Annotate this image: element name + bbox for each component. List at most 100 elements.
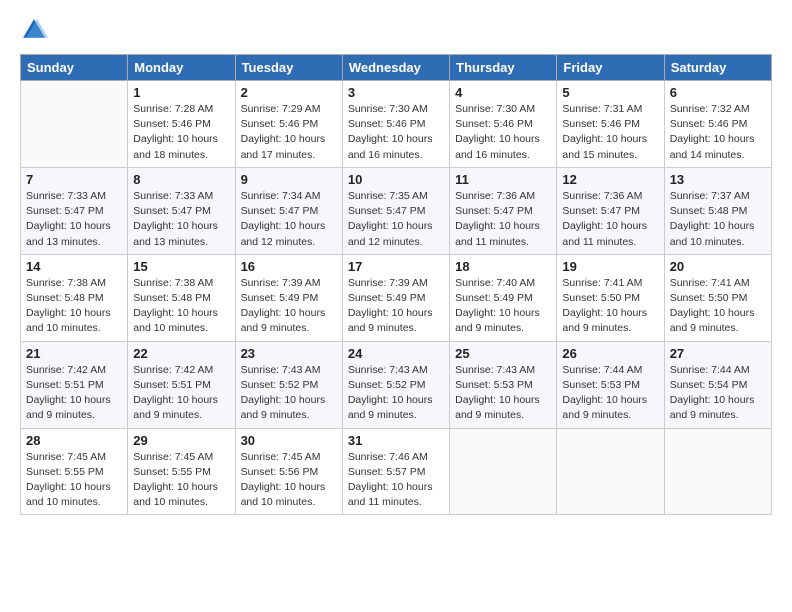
day-info: Sunrise: 7:42 AMSunset: 5:51 PMDaylight:… [133,363,229,424]
day-info: Sunrise: 7:45 AMSunset: 5:55 PMDaylight:… [26,450,122,511]
day-number: 6 [670,85,766,100]
calendar-cell: 1 Sunrise: 7:28 AMSunset: 5:46 PMDaylight… [128,81,235,168]
day-number: 5 [562,85,658,100]
day-number: 18 [455,259,551,274]
calendar-cell: 3 Sunrise: 7:30 AMSunset: 5:46 PMDaylight… [342,81,449,168]
day-info: Sunrise: 7:46 AMSunset: 5:57 PMDaylight:… [348,450,444,511]
day-info: Sunrise: 7:43 AMSunset: 5:52 PMDaylight:… [241,363,337,424]
calendar-cell: 5 Sunrise: 7:31 AMSunset: 5:46 PMDaylight… [557,81,664,168]
day-number: 15 [133,259,229,274]
calendar-cell: 13Sunrise: 7:37 AMSunset: 5:48 PMDayligh… [664,167,771,254]
day-number: 14 [26,259,122,274]
day-number: 25 [455,346,551,361]
calendar-week-1: 1 Sunrise: 7:28 AMSunset: 5:46 PMDaylight… [21,81,772,168]
day-info: Sunrise: 7:30 AMSunset: 5:46 PMDaylight:… [455,102,551,163]
calendar-table: SundayMondayTuesdayWednesdayThursdayFrid… [20,54,772,515]
day-number: 29 [133,433,229,448]
day-info: Sunrise: 7:35 AMSunset: 5:47 PMDaylight:… [348,189,444,250]
header-wednesday: Wednesday [342,55,449,81]
calendar-cell: 2Sunrise: 7:29 AMSunset: 5:46 PMDaylight… [235,81,342,168]
calendar-week-3: 14 Sunrise: 7:38 AMSunset: 5:48 PMDayligh… [21,254,772,341]
calendar-cell [21,81,128,168]
calendar-cell: 6 Sunrise: 7:32 AMSunset: 5:46 PMDaylight… [664,81,771,168]
day-number: 20 [670,259,766,274]
calendar-cell: 7 Sunrise: 7:33 AMSunset: 5:47 PMDaylight… [21,167,128,254]
calendar-cell: 23 Sunrise: 7:43 AMSunset: 5:52 PMDayligh… [235,341,342,428]
day-info: Sunrise: 7:28 AMSunset: 5:46 PMDaylight:… [133,102,229,163]
day-info: Sunrise: 7:36 AMSunset: 5:47 PMDaylight:… [562,189,658,250]
day-info: Sunrise: 7:41 AMSunset: 5:50 PMDaylight:… [670,276,766,337]
calendar-cell: 16Sunrise: 7:39 AMSunset: 5:49 PMDayligh… [235,254,342,341]
calendar-cell: 29 Sunrise: 7:45 AMSunset: 5:55 PMDayligh… [128,428,235,515]
calendar-cell: 30Sunrise: 7:45 AMSunset: 5:56 PMDayligh… [235,428,342,515]
day-info: Sunrise: 7:42 AMSunset: 5:51 PMDaylight:… [26,363,122,424]
calendar-cell: 8Sunrise: 7:33 AMSunset: 5:47 PMDaylight… [128,167,235,254]
calendar-cell: 18 Sunrise: 7:40 AMSunset: 5:49 PMDayligh… [450,254,557,341]
header-monday: Monday [128,55,235,81]
calendar-header-row: SundayMondayTuesdayWednesdayThursdayFrid… [21,55,772,81]
day-number: 17 [348,259,444,274]
day-number: 1 [133,85,229,100]
day-number: 7 [26,172,122,187]
calendar-cell: 12 Sunrise: 7:36 AMSunset: 5:47 PMDayligh… [557,167,664,254]
day-info: Sunrise: 7:44 AMSunset: 5:53 PMDaylight:… [562,363,658,424]
day-number: 22 [133,346,229,361]
calendar-cell [664,428,771,515]
calendar-cell: 4Sunrise: 7:30 AMSunset: 5:46 PMDaylight… [450,81,557,168]
calendar-cell: 31 Sunrise: 7:46 AMSunset: 5:57 PMDayligh… [342,428,449,515]
day-number: 2 [241,85,337,100]
day-number: 19 [562,259,658,274]
day-number: 24 [348,346,444,361]
logo [20,16,52,44]
calendar-cell: 28 Sunrise: 7:45 AMSunset: 5:55 PMDayligh… [21,428,128,515]
day-number: 9 [241,172,337,187]
calendar-cell: 15Sunrise: 7:38 AMSunset: 5:48 PMDayligh… [128,254,235,341]
day-info: Sunrise: 7:45 AMSunset: 5:56 PMDaylight:… [241,450,337,511]
calendar-cell: 25 Sunrise: 7:43 AMSunset: 5:53 PMDayligh… [450,341,557,428]
day-info: Sunrise: 7:40 AMSunset: 5:49 PMDaylight:… [455,276,551,337]
day-info: Sunrise: 7:45 AMSunset: 5:55 PMDaylight:… [133,450,229,511]
calendar-week-2: 7 Sunrise: 7:33 AMSunset: 5:47 PMDaylight… [21,167,772,254]
calendar-week-5: 28 Sunrise: 7:45 AMSunset: 5:55 PMDayligh… [21,428,772,515]
day-number: 12 [562,172,658,187]
header-friday: Friday [557,55,664,81]
day-number: 16 [241,259,337,274]
page: SundayMondayTuesdayWednesdayThursdayFrid… [0,0,792,612]
calendar-cell: 22 Sunrise: 7:42 AMSunset: 5:51 PMDayligh… [128,341,235,428]
day-info: Sunrise: 7:31 AMSunset: 5:46 PMDaylight:… [562,102,658,163]
day-info: Sunrise: 7:43 AMSunset: 5:52 PMDaylight:… [348,363,444,424]
calendar-cell: 21 Sunrise: 7:42 AMSunset: 5:51 PMDayligh… [21,341,128,428]
day-number: 28 [26,433,122,448]
day-info: Sunrise: 7:43 AMSunset: 5:53 PMDaylight:… [455,363,551,424]
calendar-cell [557,428,664,515]
calendar-cell: 9 Sunrise: 7:34 AMSunset: 5:47 PMDaylight… [235,167,342,254]
header-tuesday: Tuesday [235,55,342,81]
calendar-cell: 19 Sunrise: 7:41 AMSunset: 5:50 PMDayligh… [557,254,664,341]
calendar-cell: 10 Sunrise: 7:35 AMSunset: 5:47 PMDayligh… [342,167,449,254]
day-number: 31 [348,433,444,448]
calendar-cell: 27Sunrise: 7:44 AMSunset: 5:54 PMDayligh… [664,341,771,428]
header-saturday: Saturday [664,55,771,81]
day-number: 23 [241,346,337,361]
day-info: Sunrise: 7:37 AMSunset: 5:48 PMDaylight:… [670,189,766,250]
day-number: 21 [26,346,122,361]
day-info: Sunrise: 7:33 AMSunset: 5:47 PMDaylight:… [26,189,122,250]
day-info: Sunrise: 7:34 AMSunset: 5:47 PMDaylight:… [241,189,337,250]
day-number: 10 [348,172,444,187]
day-info: Sunrise: 7:36 AMSunset: 5:47 PMDaylight:… [455,189,551,250]
logo-icon [20,16,48,44]
day-info: Sunrise: 7:38 AMSunset: 5:48 PMDaylight:… [26,276,122,337]
day-number: 3 [348,85,444,100]
calendar-cell: 26 Sunrise: 7:44 AMSunset: 5:53 PMDayligh… [557,341,664,428]
day-number: 11 [455,172,551,187]
header-sunday: Sunday [21,55,128,81]
day-info: Sunrise: 7:30 AMSunset: 5:46 PMDaylight:… [348,102,444,163]
calendar-week-4: 21 Sunrise: 7:42 AMSunset: 5:51 PMDayligh… [21,341,772,428]
header-thursday: Thursday [450,55,557,81]
calendar-cell: 24 Sunrise: 7:43 AMSunset: 5:52 PMDayligh… [342,341,449,428]
day-number: 8 [133,172,229,187]
calendar-cell: 17Sunrise: 7:39 AMSunset: 5:49 PMDayligh… [342,254,449,341]
day-info: Sunrise: 7:32 AMSunset: 5:46 PMDaylight:… [670,102,766,163]
day-info: Sunrise: 7:41 AMSunset: 5:50 PMDaylight:… [562,276,658,337]
day-number: 26 [562,346,658,361]
